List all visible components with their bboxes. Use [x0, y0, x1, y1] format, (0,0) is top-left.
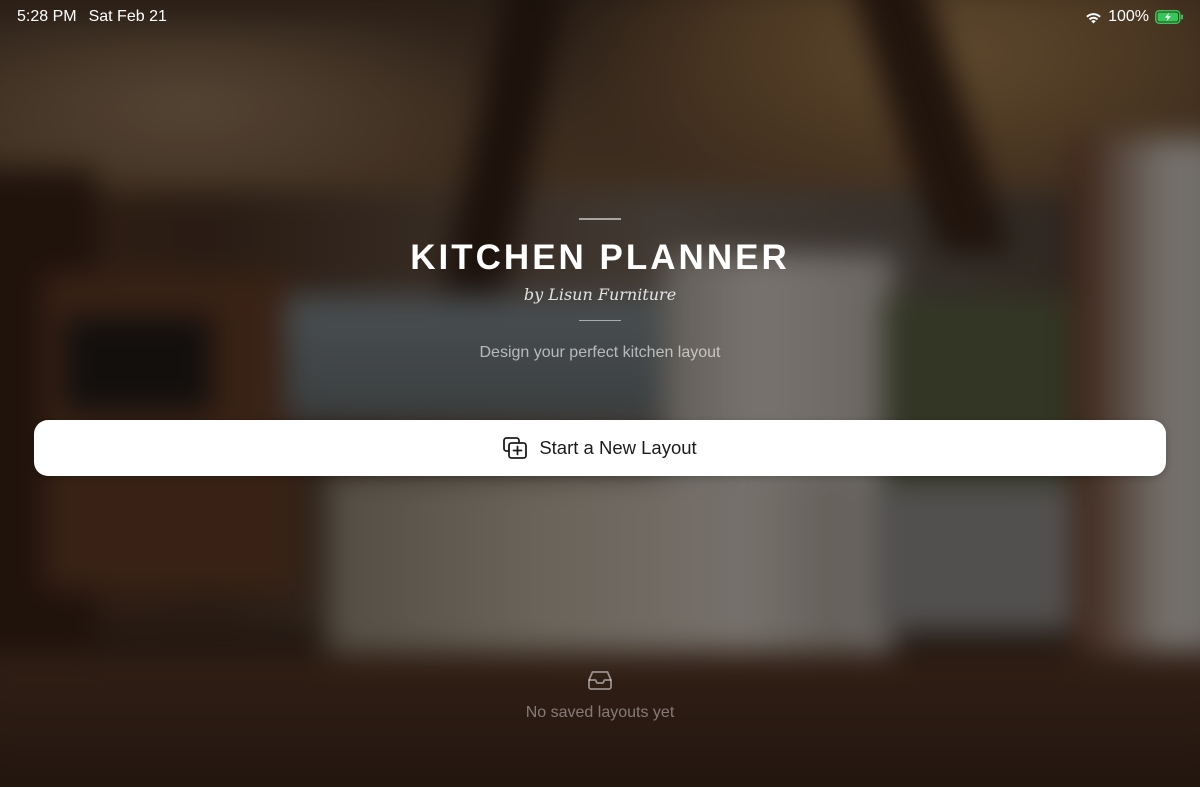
start-new-layout-button[interactable]: Start a New Layout: [34, 420, 1166, 476]
wifi-icon: [1085, 11, 1102, 24]
app-byline: by Lisun Furniture: [523, 284, 677, 304]
battery-charging-icon: [1155, 10, 1184, 24]
empty-state-label: No saved layouts yet: [525, 704, 675, 721]
status-time: 5:28 PM: [17, 8, 77, 25]
app-header: KITCHEN PLANNER by Lisun Furniture Desig…: [0, 218, 1200, 363]
app-title: KITCHEN PLANNER: [410, 237, 790, 277]
launch-screen: 5:28 PM Sat Feb 21 100% KITCHEN PLANNER …: [0, 0, 1200, 787]
status-bar: 5:28 PM Sat Feb 21 100%: [0, 0, 1200, 34]
status-left: 5:28 PM Sat Feb 21: [17, 8, 167, 26]
add-layout-icon: [503, 437, 528, 459]
empty-state: No saved layouts yet: [0, 668, 1200, 723]
divider-top: [579, 218, 621, 220]
battery-percent: 100%: [1108, 8, 1149, 25]
app-tagline: Design your perfect kitchen layout: [479, 344, 721, 361]
status-right: 100%: [1085, 8, 1184, 26]
divider-bottom: [579, 319, 621, 321]
tray-icon: [586, 668, 614, 692]
start-new-layout-label: Start a New Layout: [539, 437, 697, 458]
status-date: Sat Feb 21: [88, 8, 167, 25]
